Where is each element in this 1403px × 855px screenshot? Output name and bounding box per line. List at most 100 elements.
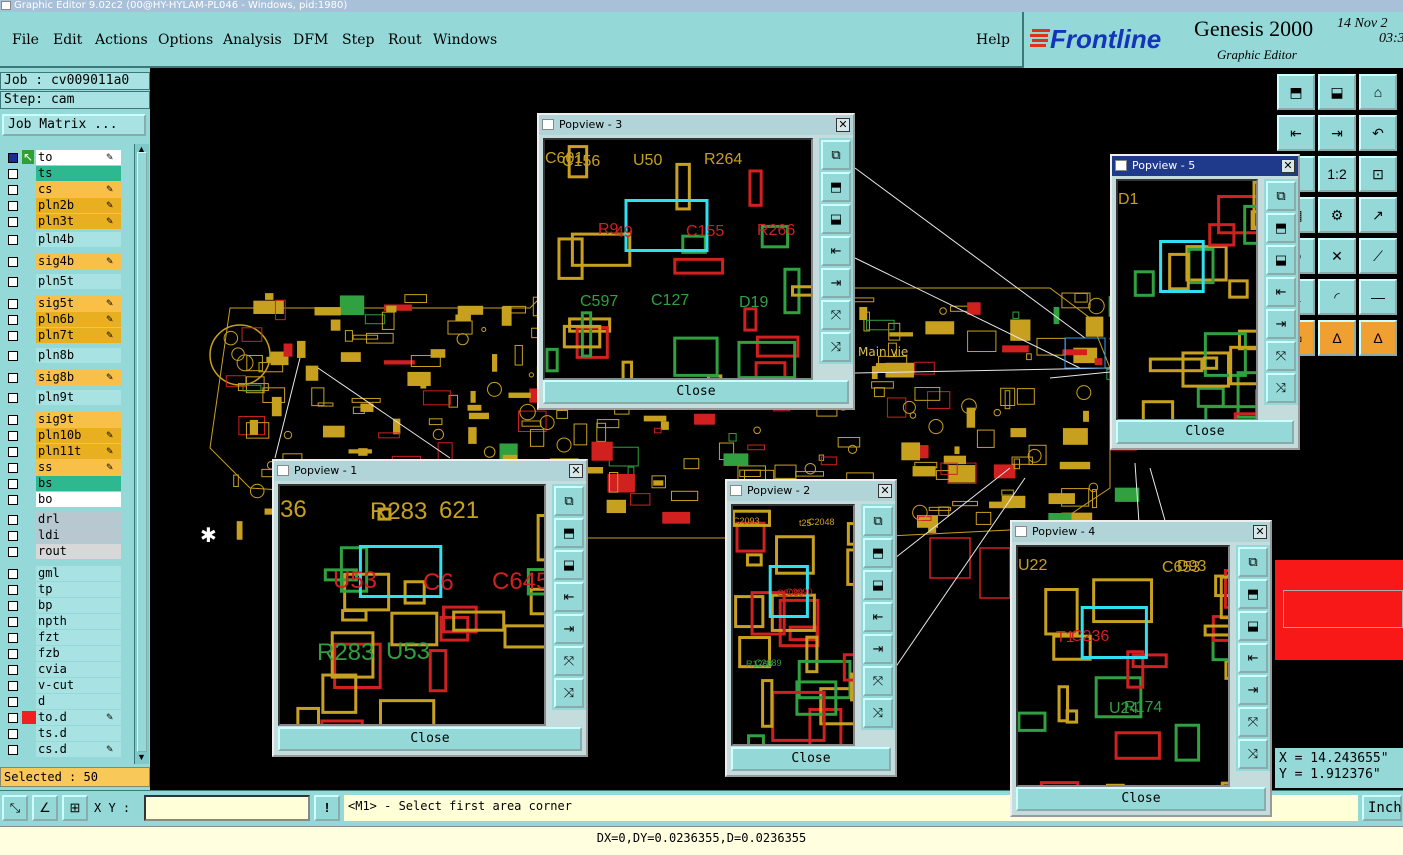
layer-name[interactable]: sig9t	[36, 412, 121, 427]
layer-checkbox[interactable]	[8, 299, 18, 309]
popview-window[interactable]: Popview - 1 ✕ 36 U53 U53 621 C645 R283 R283 C6 ⧉ ⬒ ⬓…	[272, 459, 588, 757]
layer-row[interactable]: pln9t	[2, 390, 134, 405]
layer-row[interactable]: cs.d ✎	[2, 742, 134, 757]
layer-checkbox[interactable]	[8, 331, 18, 341]
popview-viewport[interactable]: D1	[1116, 179, 1258, 421]
menu-edit[interactable]: Edit	[53, 32, 82, 48]
layer-checkbox[interactable]	[8, 547, 18, 557]
layer-up-icon[interactable]: ⬒	[1277, 74, 1315, 110]
delete-icon[interactable]: ✕	[1318, 238, 1356, 274]
menu-rout[interactable]: Rout	[388, 32, 422, 48]
popview-zoom-icon[interactable]: ⧉	[821, 140, 851, 170]
layer-checkbox[interactable]	[8, 665, 18, 675]
menu-analysis[interactable]: Analysis	[223, 32, 282, 48]
menu-help[interactable]: Help	[976, 32, 1010, 48]
popview-viewport[interactable]: C601 R9 C127 R264 R266 C597 U50 C155 D19 C156 49	[543, 138, 813, 380]
popview-zoom-icon[interactable]: ⧉	[1238, 547, 1268, 577]
layer-name[interactable]: pln9t	[36, 390, 121, 405]
popview-title-bar[interactable]: Popview - 5 ✕	[1112, 156, 1298, 176]
layer-checkbox[interactable]	[8, 351, 18, 361]
popview-zoomout-icon[interactable]: ⤧	[863, 666, 893, 696]
layer-checkbox[interactable]	[8, 235, 18, 245]
popview-close-icon[interactable]: ✕	[569, 464, 583, 478]
layer-checkbox[interactable]	[8, 277, 18, 287]
layer-checkbox[interactable]	[8, 681, 18, 691]
scroll-thumb[interactable]	[137, 152, 147, 752]
arc-icon[interactable]: ◜	[1318, 279, 1356, 315]
popview-zoomout-icon[interactable]: ⤧	[821, 300, 851, 330]
layer-row[interactable]: cs ✎	[2, 182, 134, 197]
layer-checkbox[interactable]	[8, 515, 18, 525]
layer-checkbox[interactable]	[8, 447, 18, 457]
popview-close-button[interactable]: Close	[1016, 787, 1266, 811]
layer-name[interactable]: v-cut	[36, 678, 121, 693]
layer-checkbox[interactable]	[8, 713, 18, 723]
layer-checkbox[interactable]	[8, 697, 18, 707]
popview-close-icon[interactable]: ✕	[836, 118, 850, 132]
menu-windows[interactable]: Windows	[433, 32, 497, 48]
layer-checkbox[interactable]	[8, 729, 18, 739]
popview-close-icon[interactable]: ✕	[878, 484, 892, 498]
layer-row[interactable]: d	[2, 694, 134, 709]
menu-dfm[interactable]: DFM	[293, 32, 328, 48]
layer-checkbox[interactable]	[8, 463, 18, 473]
layer-row[interactable]: ss ✎	[2, 460, 134, 475]
popview-title-bar[interactable]: Popview - 3 ✕	[539, 115, 853, 135]
xy-input[interactable]	[144, 795, 310, 821]
layer-row[interactable]: bs	[2, 476, 134, 491]
layer-checkbox[interactable]	[8, 169, 18, 179]
layer-checkbox[interactable]	[8, 185, 18, 195]
popview-right-icon[interactable]: ⇥	[1266, 309, 1296, 339]
popview-zoomout-icon[interactable]: ⤧	[1238, 707, 1268, 737]
pan-left-icon[interactable]: ⇤	[1277, 115, 1315, 151]
zoom-ratio-icon[interactable]: 1:2	[1318, 156, 1356, 192]
layer-row[interactable]: pln4b	[2, 232, 134, 247]
menu-options[interactable]: Options	[158, 32, 213, 48]
layer-name[interactable]: d	[36, 694, 121, 709]
layer-checkbox[interactable]	[8, 649, 18, 659]
layer-name[interactable]: gml	[36, 566, 121, 581]
layer-name[interactable]: cvia	[36, 662, 121, 677]
popview-fit-icon[interactable]: ⤨	[1266, 373, 1296, 403]
popview-up-icon[interactable]: ⬒	[554, 518, 584, 548]
popview-right-icon[interactable]: ⇥	[554, 614, 584, 644]
popview-down-icon[interactable]: ⬓	[1238, 611, 1268, 641]
popview-close-button[interactable]: Close	[543, 380, 849, 404]
popview-viewport[interactable]: 36 U53 U53 621 C645 R283 R283 C6	[278, 484, 546, 726]
popview-down-icon[interactable]: ⬓	[1266, 245, 1296, 275]
popview-fit-icon[interactable]: ⤨	[863, 698, 893, 728]
layer-checkbox[interactable]	[8, 393, 18, 403]
layer-name[interactable]: rout	[36, 544, 121, 559]
popview-right-icon[interactable]: ⇥	[863, 634, 893, 664]
mini-map[interactable]	[1275, 473, 1403, 748]
layer-row[interactable]: bp	[2, 598, 134, 613]
select-box-icon[interactable]: ⊡	[1359, 156, 1397, 192]
layer-name[interactable]: pln4b	[36, 232, 121, 247]
menu-file[interactable]: File	[12, 32, 39, 48]
popview-title-bar[interactable]: Popview - 2 ✕	[727, 481, 895, 501]
layer-checkbox[interactable]	[8, 479, 18, 489]
layer-name[interactable]: pln5t	[36, 274, 121, 289]
popview-up-icon[interactable]: ⬒	[1266, 213, 1296, 243]
menu-actions[interactable]: Actions	[95, 32, 148, 48]
units-button[interactable]: Inch	[1362, 795, 1402, 821]
popview-right-icon[interactable]: ⇥	[821, 268, 851, 298]
layer-row[interactable]: sig8b ✎	[2, 370, 134, 385]
layer-scrollbar[interactable]: ▲ ▼	[134, 144, 149, 764]
popview-down-icon[interactable]: ⬓	[863, 570, 893, 600]
layer-row[interactable]: pln10b ✎	[2, 428, 134, 443]
popview-up-icon[interactable]: ⬒	[863, 538, 893, 568]
popview-close-button[interactable]: Close	[1116, 420, 1294, 444]
popview-down-icon[interactable]: ⬓	[554, 550, 584, 580]
layer-row[interactable]: ↖ to ✎	[2, 150, 134, 165]
layer-checkbox[interactable]	[8, 531, 18, 541]
popview-zoom-icon[interactable]: ⧉	[1266, 181, 1296, 211]
layer-row[interactable]: cvia	[2, 662, 134, 677]
layer-checkbox[interactable]	[8, 601, 18, 611]
layer-row[interactable]: ldi	[2, 528, 134, 543]
popview-left-icon[interactable]: ⇤	[863, 602, 893, 632]
layer-row[interactable]: npth	[2, 614, 134, 629]
layer-row[interactable]: pln5t	[2, 274, 134, 289]
popview-fit-icon[interactable]: ⤨	[554, 678, 584, 708]
layer-row[interactable]: rout	[2, 544, 134, 559]
